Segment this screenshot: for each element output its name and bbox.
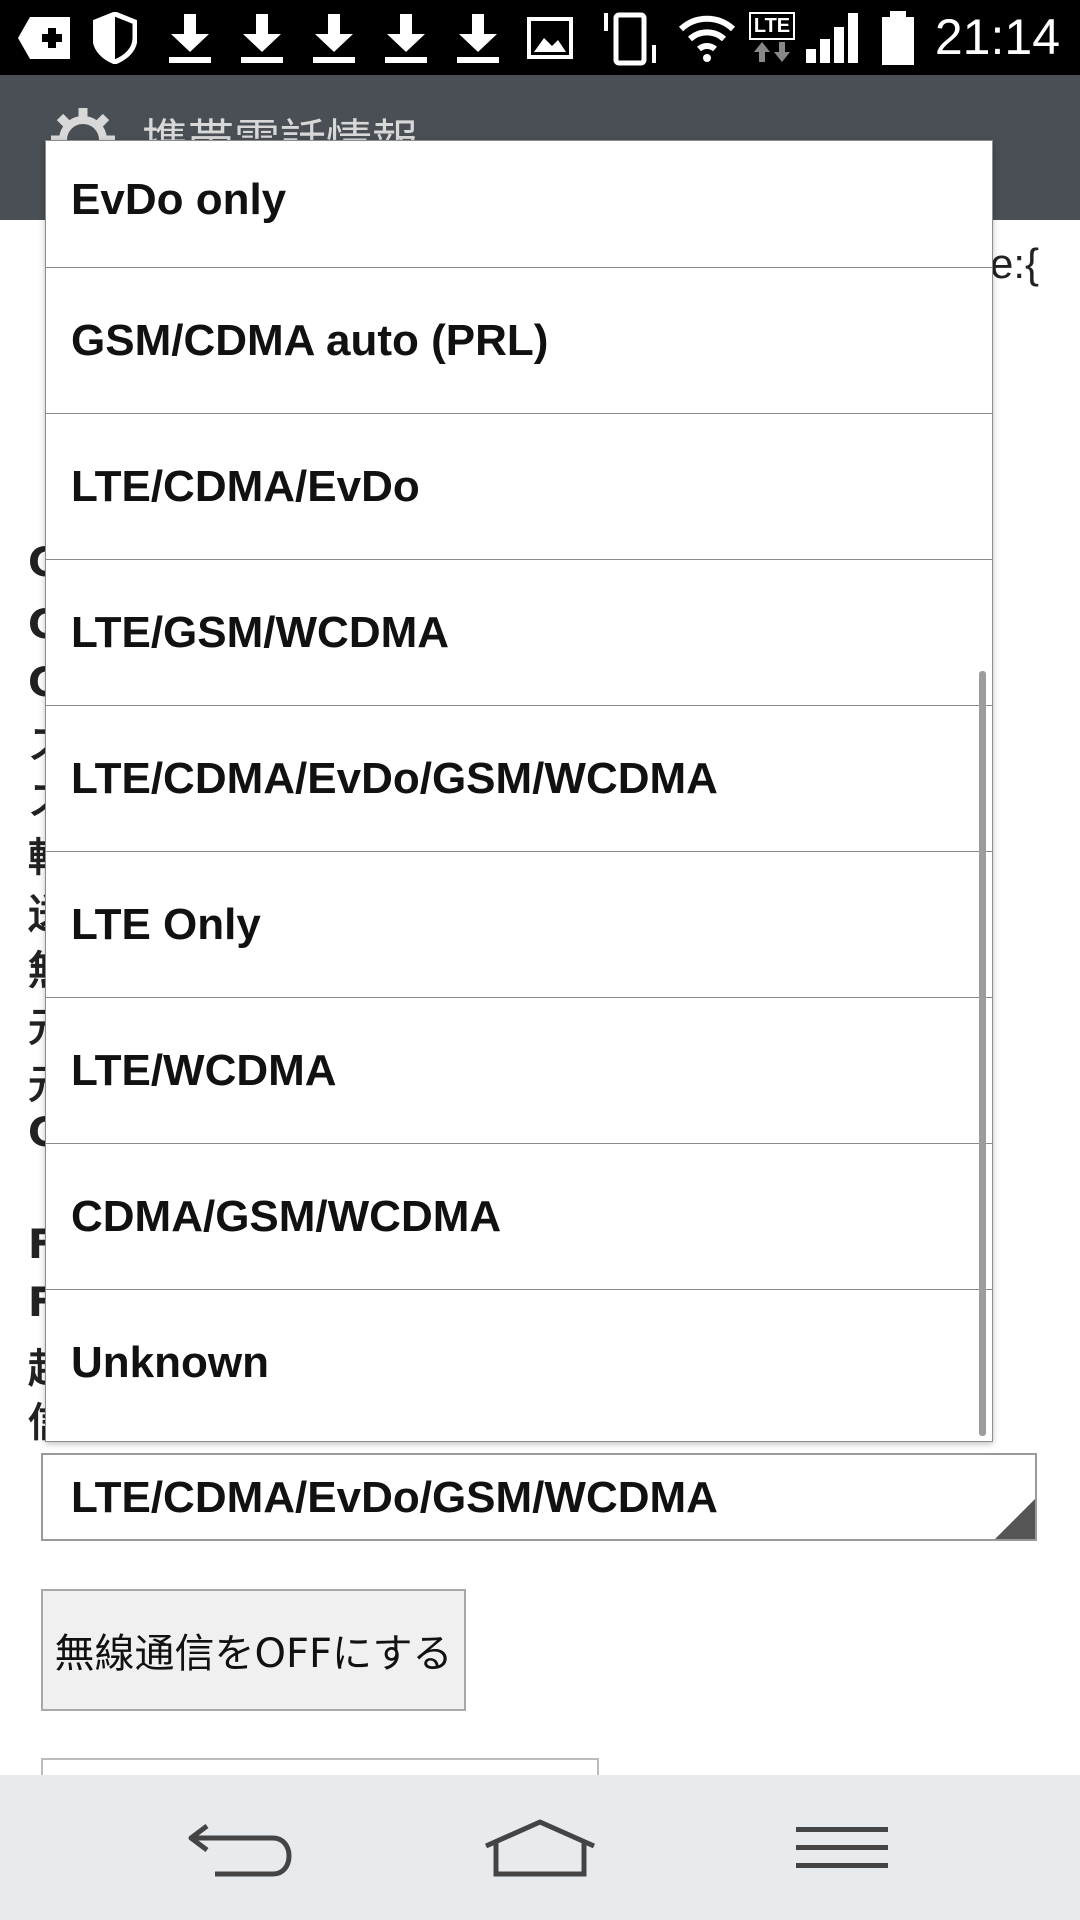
spinner-selected-value: LTE/CDMA/EvDo/GSM/WCDMA — [71, 1473, 718, 1522]
download-icon — [162, 0, 218, 75]
battery-icon — [876, 0, 920, 75]
back-icon — [188, 1823, 292, 1876]
option-label: GSM/CDMA auto (PRL) — [71, 316, 549, 365]
dropdown-option[interactable]: Unknown — [46, 1290, 992, 1436]
network-type-dropdown[interactable]: EvDo only GSM/CDMA auto (PRL) LTE/CDMA/E… — [45, 140, 993, 1442]
download-icon — [450, 0, 506, 75]
plus-icon — [14, 0, 76, 75]
signal-icon — [802, 0, 864, 75]
dropdown-scrollbar[interactable] — [979, 671, 986, 1436]
lte-icon: LTE — [748, 0, 796, 75]
truncated-text: e:{ — [990, 240, 1040, 287]
navigation-bar — [0, 1775, 1080, 1920]
dropdown-option[interactable]: LTE/GSM/WCDMA — [46, 560, 992, 706]
option-label: CDMA/GSM/WCDMA — [71, 1192, 502, 1241]
option-label: LTE Only — [71, 900, 261, 949]
option-label: LTE/CDMA/EvDo — [71, 462, 420, 511]
download-icon — [234, 0, 290, 75]
dropdown-option[interactable]: LTE/CDMA/EvDo/GSM/WCDMA — [46, 706, 992, 852]
download-icon — [378, 0, 434, 75]
option-label: Unknown — [71, 1338, 269, 1387]
wifi-icon — [676, 0, 738, 75]
shield-icon — [90, 0, 140, 75]
dropdown-option[interactable]: EvDo only — [46, 141, 992, 268]
download-icon — [306, 0, 362, 75]
option-label: LTE/WCDMA — [71, 1046, 337, 1095]
dropdown-option[interactable]: LTE Only — [46, 852, 992, 998]
option-label: LTE/GSM/WCDMA — [71, 608, 450, 657]
menu-icon — [796, 1826, 888, 1868]
back-button[interactable] — [140, 1775, 340, 1920]
home-button[interactable] — [440, 1775, 640, 1920]
home-icon — [484, 1819, 596, 1876]
vibrate-icon — [600, 0, 664, 75]
network-type-spinner[interactable]: LTE/CDMA/EvDo/GSM/WCDMA — [41, 1453, 1037, 1541]
menu-button[interactable] — [742, 1775, 942, 1920]
image-icon — [522, 0, 578, 75]
dropdown-option[interactable]: GSM/CDMA auto (PRL) — [46, 268, 992, 414]
dropdown-option[interactable]: LTE/WCDMA — [46, 998, 992, 1144]
lte-label: LTE — [748, 11, 796, 40]
status-bar: LTE 21:14 — [0, 0, 1080, 75]
option-label: EvDo only — [71, 175, 287, 224]
option-label: LTE/CDMA/EvDo/GSM/WCDMA — [71, 754, 718, 803]
spinner-corner-icon — [995, 1499, 1035, 1539]
radio-power-off-button[interactable]: 無線通信をOFFにする — [41, 1589, 466, 1711]
dropdown-option[interactable]: LTE/CDMA/EvDo — [46, 414, 992, 560]
clock: 21:14 — [934, 9, 1060, 65]
dropdown-option[interactable]: CDMA/GSM/WCDMA — [46, 1144, 992, 1290]
